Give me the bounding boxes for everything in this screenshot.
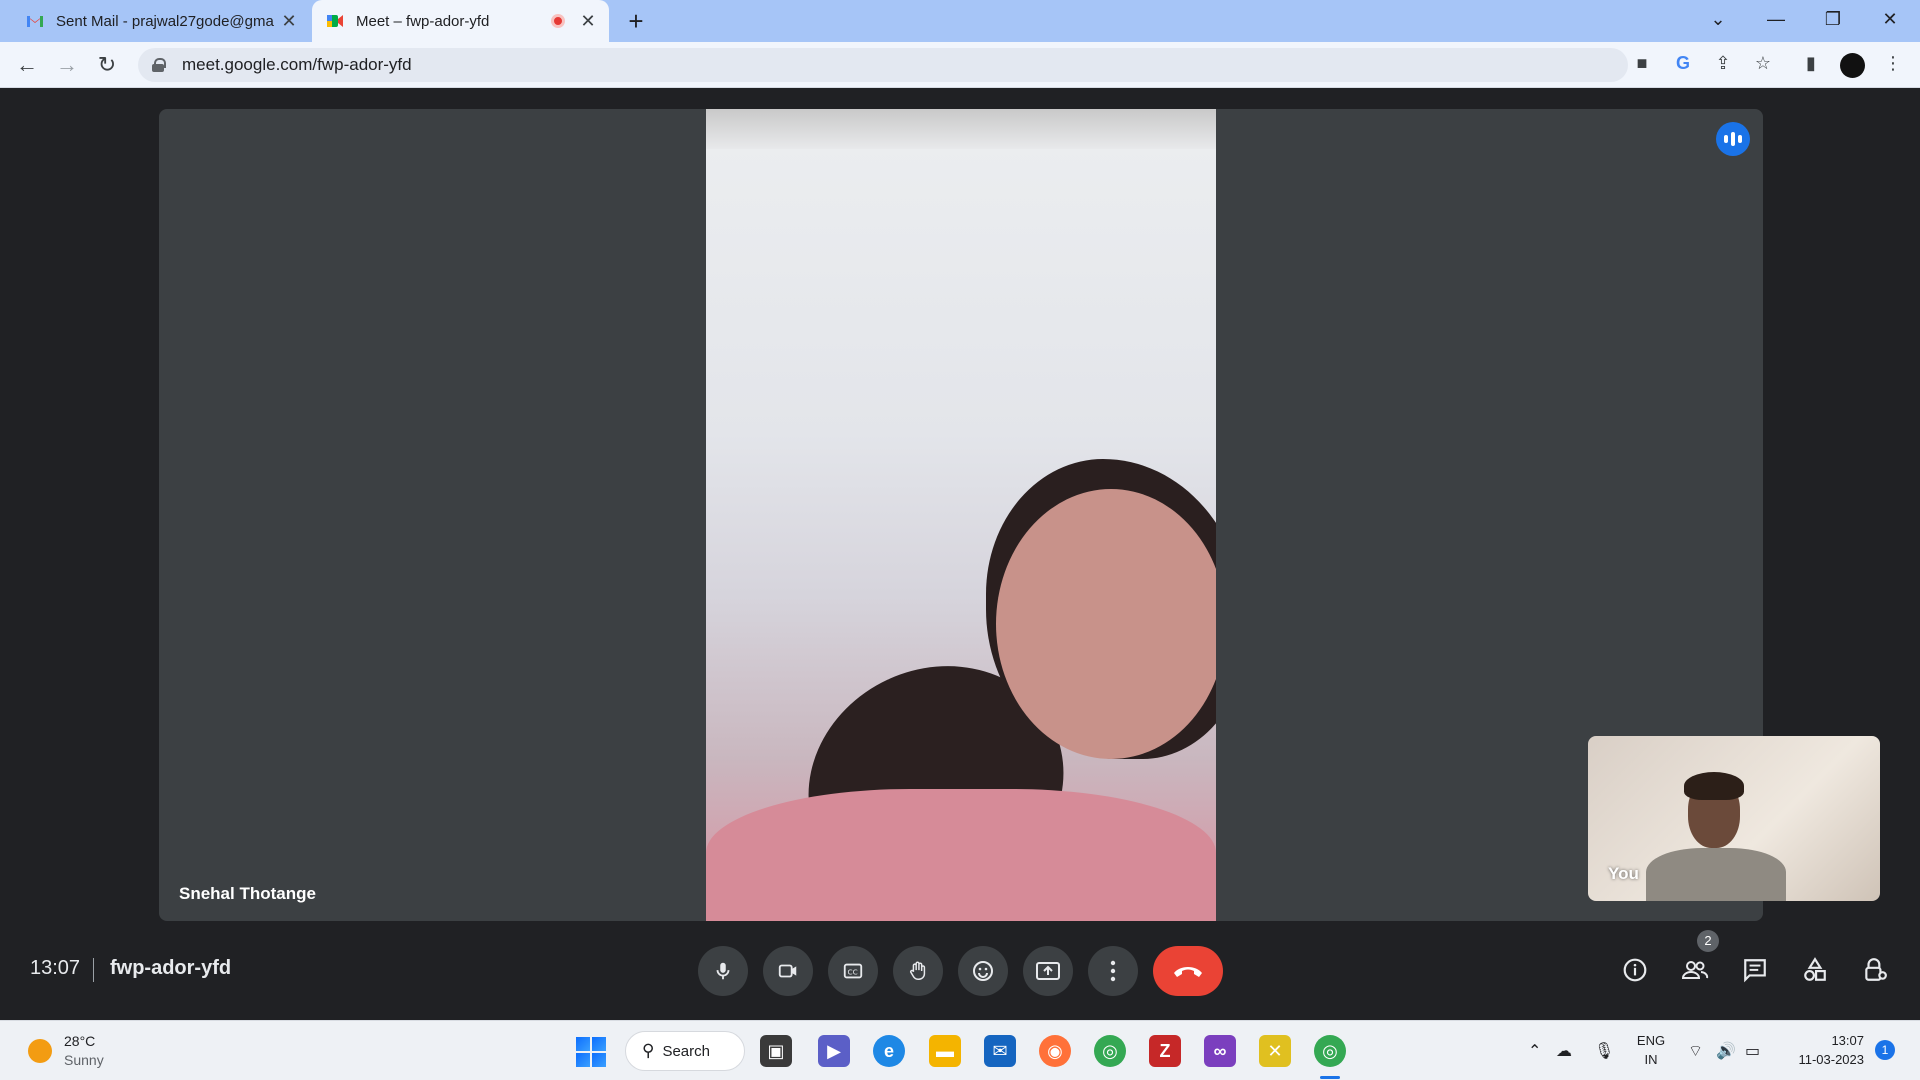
speaking-indicator-icon [1716,122,1750,156]
forward-icon[interactable]: → [52,50,82,80]
back-icon[interactable]: ← [12,50,42,80]
chrome-active-icon[interactable]: ◎ [1314,1035,1346,1067]
raise-hand-button[interactable] [893,946,943,996]
people-icon [1681,961,1709,979]
gmail-icon [26,12,44,30]
meeting-time: 13:07 [30,957,81,979]
present-button[interactable] [1023,946,1073,996]
captions-icon: CC [843,963,863,979]
participant-video [706,109,1216,921]
meeting-code: fwp-ador-yfd [110,957,232,979]
file-explorer-icon[interactable]: ▬ [929,1035,961,1067]
windows-taskbar: 28°C Sunny ⚲ Search ▣ ▶ e ▬ ✉ ◉ ◎ Z ∞ ✕ … [0,1020,1920,1080]
filezilla-icon[interactable]: Z [1149,1035,1181,1067]
google-translate-icon[interactable]: G [1670,50,1696,76]
close-icon[interactable]: ✕ [278,10,300,32]
raise-hand-icon [909,961,926,980]
host-controls-icon [1865,958,1887,981]
side-panel-icon[interactable]: ▮ [1798,50,1824,76]
end-call-icon [1174,967,1202,977]
divider [93,958,94,982]
taskbar-time[interactable]: 13:07 [1780,1033,1864,1048]
restore-button[interactable]: ❐ [1805,0,1861,40]
chat-icon [1744,959,1766,983]
microphone-button[interactable] [698,946,748,996]
more-options-button[interactable] [1088,946,1138,996]
meet-icon [326,12,344,30]
tab-strip: Sent Mail - prajwal27gode@gma ✕ Meet – f… [0,0,1920,42]
tab-meet[interactable]: Meet – fwp-ador-yfd ✕ [312,0,609,42]
meeting-details-button[interactable] [1615,950,1655,990]
reload-icon[interactable]: ↻ [92,50,122,80]
menu-icon[interactable]: ⋮ [1880,50,1906,76]
camera-in-use-icon[interactable]: ■ [1629,50,1655,76]
end-call-button[interactable] [1153,946,1223,996]
close-icon[interactable]: ✕ [577,10,599,32]
new-tab-button[interactable]: + [622,8,650,36]
microphone-tray-icon[interactable]: 🎙 [1594,1041,1614,1061]
more-options-icon [1110,960,1116,982]
teams-chat-icon[interactable]: ▶ [818,1035,850,1067]
microphone-icon [716,962,730,980]
self-label: You [1608,864,1639,883]
minimize-button[interactable]: — [1748,0,1804,40]
bookmark-star-icon[interactable]: ☆ [1750,50,1776,76]
visual-studio-icon[interactable]: ∞ [1204,1035,1236,1067]
notification-badge[interactable]: 1 [1875,1040,1895,1060]
emoji-icon [973,961,993,981]
edge-icon[interactable]: e [873,1035,905,1067]
activities-button[interactable] [1795,950,1835,990]
onedrive-icon[interactable]: ☁ [1556,1041,1572,1061]
lock-icon[interactable] [152,58,166,72]
mail-icon[interactable]: ✉ [984,1035,1016,1067]
wifi-icon[interactable]: ⌔ [1688,1041,1703,1061]
address-text: meet.google.com/fwp-ador-yfd [182,55,412,74]
tab-search-icon[interactable]: ⌄ [1690,0,1746,40]
recording-icon [551,14,565,28]
captions-button[interactable]: CC [828,946,878,996]
camera-button[interactable] [763,946,813,996]
profile-avatar[interactable] [1840,53,1865,78]
task-view-icon[interactable]: ▣ [760,1035,792,1067]
emoji-button[interactable] [958,946,1008,996]
host-controls-button[interactable] [1855,950,1895,990]
tab-title: Sent Mail - prajwal27gode@gma [56,12,274,30]
share-icon[interactable]: ⇪ [1710,50,1736,76]
people-button[interactable] [1675,950,1715,990]
firefox-icon[interactable]: ◉ [1039,1035,1071,1067]
address-bar[interactable]: meet.google.com/fwp-ador-yfd [138,48,1628,82]
participant-count-badge: 2 [1697,930,1719,952]
browser-toolbar: ← → ↻ meet.google.com/fwp-ador-yfd ■ G ⇪… [0,42,1920,88]
battery-icon[interactable]: ▭ [1745,1041,1760,1061]
chrome-icon[interactable]: ◎ [1094,1035,1126,1067]
present-icon [1036,962,1060,980]
search-label: Search [662,1042,710,1060]
active-app-indicator [1320,1076,1340,1079]
weather-condition[interactable]: Sunny [64,1052,104,1068]
tab-gmail[interactable]: Sent Mail - prajwal27gode@gma ✕ [10,0,310,42]
taskbar-date[interactable]: 11-03-2023 [1780,1052,1864,1067]
taskbar-search[interactable]: ⚲ Search [625,1031,745,1071]
search-icon: ⚲ [642,1041,655,1060]
weather-temperature[interactable]: 28°C [64,1033,95,1049]
info-icon [1623,958,1647,982]
language-bottom[interactable]: IN [1634,1052,1668,1067]
windows-start-icon[interactable] [576,1037,606,1067]
app-icon[interactable]: ✕ [1259,1035,1291,1067]
sun-icon[interactable] [28,1039,52,1063]
activities-icon [1804,957,1826,981]
chevron-up-icon[interactable]: ⌃ [1528,1041,1541,1061]
close-window-button[interactable]: ✕ [1862,0,1918,40]
self-view-tile[interactable]: You [1588,736,1880,901]
language-top[interactable]: ENG [1634,1033,1668,1048]
participant-name: Snehal Thotange [179,884,316,903]
svg-text:CC: CC [848,968,858,977]
volume-icon[interactable]: 🔊 [1716,1041,1736,1061]
chat-button[interactable] [1735,950,1775,990]
tab-title: Meet – fwp-ador-yfd [356,12,490,30]
camera-icon [778,964,797,978]
meeting-stage: Snehal Thotange [159,109,1763,921]
